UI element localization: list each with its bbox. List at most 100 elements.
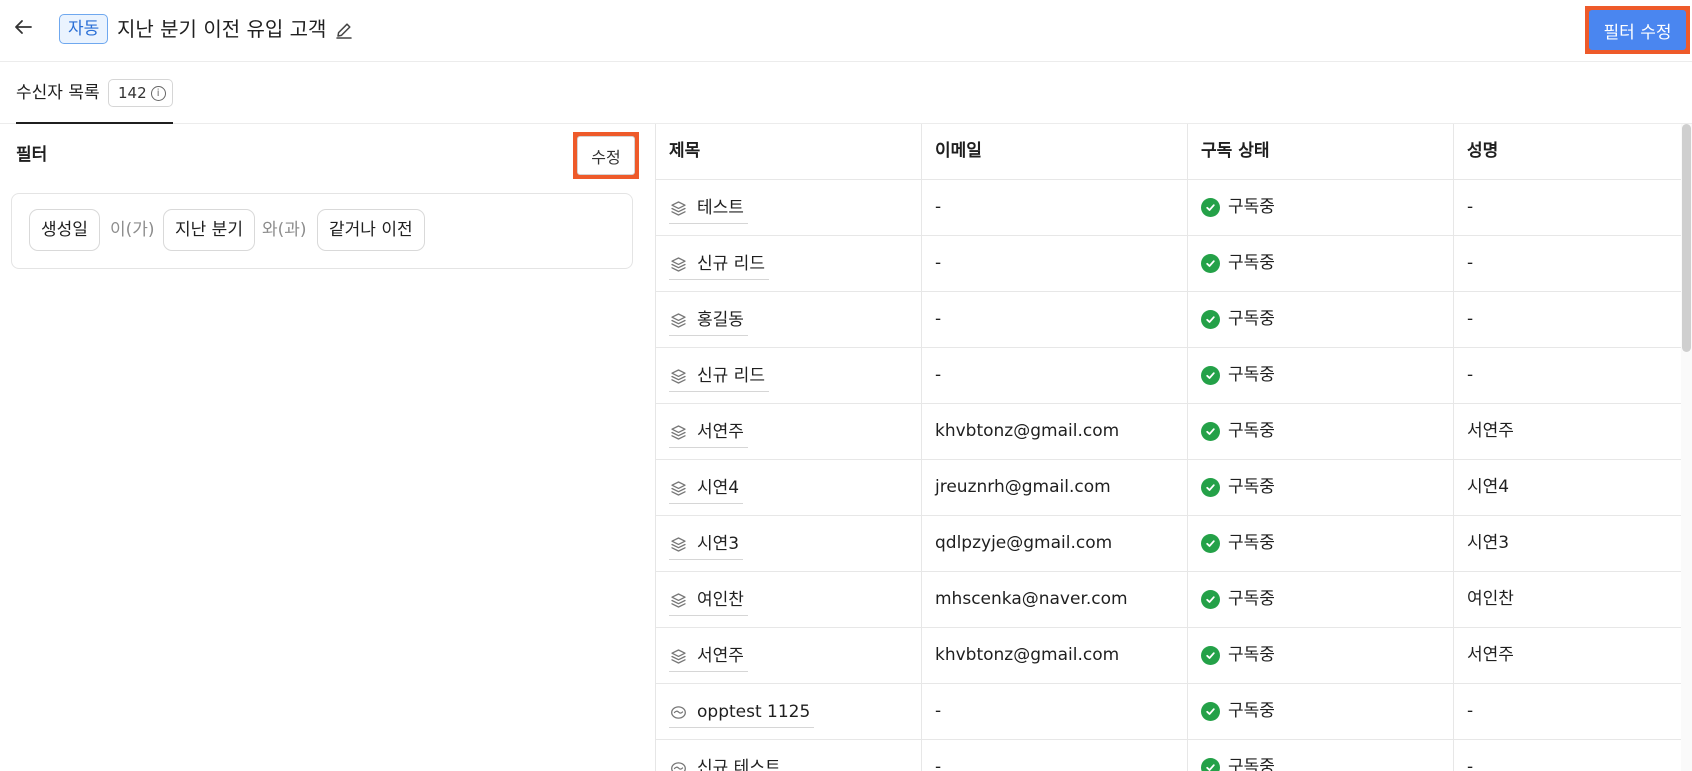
table-row[interactable]: 신규 리드 - 구독중 - (656, 236, 1681, 292)
recipient-table: 제목 이메일 구독 상태 성명 테스트 - 구독중 - 신규 리드 - 구독중 - 홍길동 - 구독… (655, 124, 1681, 771)
status-cell: 구독중 (1188, 684, 1454, 739)
check-circle-icon (1201, 702, 1220, 721)
record-link[interactable]: 신규 리드 (669, 249, 769, 280)
table-row[interactable]: 테스트 - 구독중 - (656, 180, 1681, 236)
name-cell: 시연3 (1467, 533, 1510, 553)
back-button[interactable] (8, 12, 38, 42)
record-link[interactable]: 여인찬 (669, 585, 748, 616)
record-link[interactable]: 홍길동 (669, 305, 748, 336)
stack-icon (669, 535, 688, 554)
table-row[interactable]: 홍길동 - 구독중 - (656, 292, 1681, 348)
email-cell: - (922, 740, 1188, 771)
record-title: 서연주 (697, 645, 744, 666)
email-cell: - (922, 348, 1188, 403)
name-cell: - (1467, 757, 1474, 771)
name-cell: 여인찬 (1467, 589, 1514, 609)
record-title: 홍길동 (697, 309, 744, 330)
record-link[interactable]: 시연4 (669, 473, 744, 504)
page-title: 지난 분기 이전 유입 고객 (117, 17, 327, 41)
record-title: 신규 테스트 (697, 757, 781, 771)
stack-icon (669, 311, 688, 330)
title-cell: 서연주 (656, 628, 922, 683)
table-header-row: 제목 이메일 구독 상태 성명 (656, 124, 1681, 180)
status-cell: 구독중 (1188, 460, 1454, 515)
check-circle-icon (1201, 534, 1220, 553)
column-header-title[interactable]: 제목 (656, 124, 922, 179)
status-cell: 구독중 (1188, 572, 1454, 627)
check-circle-icon (1201, 422, 1220, 441)
subscription-status: 구독중 (1201, 572, 1453, 627)
check-circle-icon (1201, 478, 1220, 497)
title-cell: 신규 리드 (656, 236, 922, 291)
filter-edit-button[interactable]: 수정 (577, 136, 635, 175)
record-link[interactable]: opptest 1125 (669, 697, 815, 728)
stack-icon (669, 423, 688, 442)
email-cell: - (922, 292, 1188, 347)
record-link[interactable]: 서연주 (669, 641, 748, 672)
stack-icon (669, 199, 688, 218)
email-cell: qdlpzyje@gmail.com (922, 516, 1188, 571)
subscription-status: 구독중 (1201, 628, 1453, 683)
status-cell: 구독중 (1188, 348, 1454, 403)
title-cell: 여인찬 (656, 572, 922, 627)
filter-value-chip[interactable]: 지난 분기 (163, 209, 255, 251)
title-cell: 신규 리드 (656, 348, 922, 403)
status-label: 구독중 (1228, 253, 1275, 273)
title-cell: 시연4 (656, 460, 922, 515)
table-row[interactable]: opptest 1125 - 구독중 - (656, 684, 1681, 740)
status-cell: 구독중 (1188, 180, 1454, 235)
email-cell: khvbtonz@gmail.com (922, 628, 1188, 683)
subscription-status: 구독중 (1201, 516, 1453, 571)
record-title: opptest 1125 (697, 701, 811, 722)
filter-conjunction: 와(과) (262, 220, 307, 240)
status-label: 구독중 (1228, 701, 1275, 721)
subscription-status: 구독중 (1201, 460, 1453, 515)
record-link[interactable]: 신규 테스트 (669, 753, 785, 771)
record-link[interactable]: 테스트 (669, 193, 748, 224)
edit-title-button[interactable] (332, 18, 356, 42)
status-cell: 구독중 (1188, 628, 1454, 683)
record-link[interactable]: 서연주 (669, 417, 748, 448)
tab-recipient-list[interactable]: 수신자 목록 142 i (16, 62, 173, 124)
filter-operator-chip[interactable]: 같거나 이전 (317, 209, 425, 251)
table-row[interactable]: 서연주 khvbtonz@gmail.com 구독중 서연주 (656, 404, 1681, 460)
table-row[interactable]: 시연4 jreuznrh@gmail.com 구독중 시연4 (656, 460, 1681, 516)
subscription-status: 구독중 (1201, 740, 1453, 771)
check-circle-icon (1201, 366, 1220, 385)
status-label: 구독중 (1228, 477, 1275, 497)
email-cell: mhscenka@naver.com (922, 572, 1188, 627)
filter-heading: 필터 (16, 145, 48, 165)
record-link[interactable]: 신규 리드 (669, 361, 769, 392)
record-link[interactable]: 시연3 (669, 529, 744, 560)
filter-field-chip[interactable]: 생성일 (29, 209, 100, 251)
table-row[interactable]: 시연3 qdlpzyje@gmail.com 구독중 시연3 (656, 516, 1681, 572)
handshake-icon (669, 703, 688, 722)
column-header-name[interactable]: 성명 (1454, 124, 1681, 179)
record-title: 서연주 (697, 421, 744, 442)
info-icon[interactable]: i (150, 85, 166, 101)
check-circle-icon (1201, 254, 1220, 273)
recipient-count: 142 (118, 84, 147, 102)
table-row[interactable]: 서연주 khvbtonz@gmail.com 구독중 서연주 (656, 628, 1681, 684)
table-row[interactable]: 신규 리드 - 구독중 - (656, 348, 1681, 404)
stack-icon (669, 255, 688, 274)
filter-condition-box: 생성일 이(가) 지난 분기 와(과) 같거나 이전 (11, 193, 633, 269)
stack-icon (669, 591, 688, 610)
name-cell: 서연주 (1467, 645, 1514, 665)
check-circle-icon (1201, 198, 1220, 217)
title-cell: 홍길동 (656, 292, 922, 347)
record-title: 신규 리드 (697, 365, 765, 386)
tab-bar: 수신자 목록 142 i (0, 62, 1692, 124)
name-cell: 시연4 (1467, 477, 1510, 497)
column-header-email[interactable]: 이메일 (922, 124, 1188, 179)
column-header-status[interactable]: 구독 상태 (1188, 124, 1454, 179)
table-row[interactable]: 여인찬 mhscenka@naver.com 구독중 여인찬 (656, 572, 1681, 628)
filter-conjunction: 이(가) (110, 220, 155, 240)
table-row[interactable]: 신규 테스트 - 구독중 - (656, 740, 1681, 771)
email-cell: - (922, 180, 1188, 235)
status-label: 구독중 (1228, 589, 1275, 609)
edit-filter-button[interactable]: 필터 수정 (1589, 10, 1686, 50)
status-label: 구독중 (1228, 645, 1275, 665)
stack-icon (669, 647, 688, 666)
table-scrollbar-thumb[interactable] (1682, 124, 1691, 352)
